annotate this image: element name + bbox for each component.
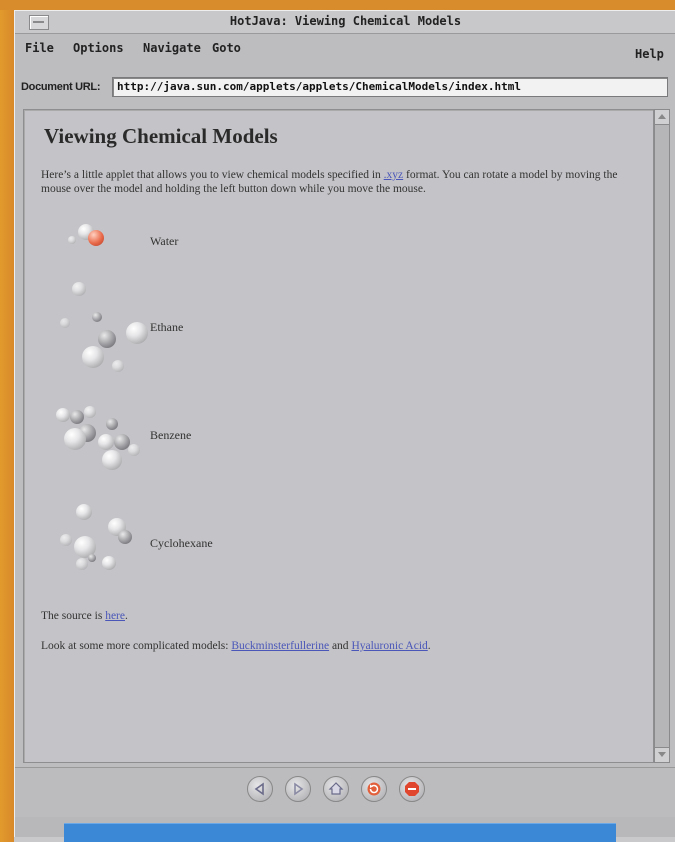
intro-text: Here’s a little applet that allows you t…: [41, 168, 641, 196]
hydrogen-atom: [84, 406, 96, 418]
hydrogen-atom: [68, 236, 76, 244]
hydrogen-atom: [102, 450, 122, 470]
hydrogen-atom: [76, 558, 88, 570]
hydrogen-atom: [72, 282, 86, 296]
document-view: Viewing Chemical Models Here’s a little …: [23, 109, 654, 763]
menu-bar: File Options Navigate Goto Help: [15, 35, 675, 61]
intro-text-start: Here’s a little applet that allows you t…: [41, 169, 384, 181]
hydrogen-atom: [76, 504, 92, 520]
oxygen-atom: [88, 230, 104, 246]
source-text: The source is: [41, 610, 106, 622]
source-link[interactable]: here: [105, 610, 125, 622]
water-model[interactable]: [64, 222, 124, 262]
desktop-strip: [0, 0, 675, 10]
scroll-up-arrow[interactable]: [655, 110, 669, 125]
buckminsterfullerine-link[interactable]: Buckminsterfullerine: [231, 640, 329, 652]
ethane-model[interactable]: [54, 278, 154, 378]
vertical-scrollbar[interactable]: [654, 109, 670, 763]
carbon-atom: [70, 410, 84, 424]
navigation-bar: [15, 767, 675, 818]
home-button[interactable]: [323, 776, 349, 802]
forward-button[interactable]: [285, 776, 311, 802]
stop-icon: [405, 782, 419, 796]
url-row: Document URL: http://java.sun.com/applet…: [15, 69, 675, 101]
url-label: Document URL:: [21, 81, 101, 93]
hydrogen-atom: [82, 346, 104, 368]
stop-button[interactable]: [399, 776, 425, 802]
menu-options[interactable]: Options: [73, 41, 124, 55]
hydrogen-atom: [64, 428, 86, 450]
cyclohexane-label: Cyclohexane: [150, 536, 213, 550]
menu-file[interactable]: File: [25, 41, 54, 55]
reload-icon: [367, 782, 381, 796]
carbon-atom: [98, 330, 116, 348]
page-title: Viewing Chemical Models: [44, 124, 278, 148]
water-label: Water: [150, 234, 179, 248]
benzene-label: Benzene: [150, 428, 192, 442]
hydrogen-atom: [102, 556, 116, 570]
more-models-line: Look at some more complicated models: Bu…: [41, 640, 431, 652]
source-period: .: [125, 610, 128, 622]
title-bar: HotJava: Viewing Chemical Models: [15, 11, 675, 34]
source-line: The source is here.: [41, 610, 128, 622]
reload-button[interactable]: [361, 776, 387, 802]
hydrogen-atom: [60, 318, 70, 328]
more-models-period: .: [427, 640, 431, 652]
more-models-and: and: [329, 640, 352, 652]
forward-icon: [294, 782, 304, 796]
ethane-label: Ethane: [150, 320, 184, 334]
carbon-atom: [118, 530, 132, 544]
benzene-model[interactable]: [54, 400, 154, 480]
menu-help[interactable]: Help: [635, 47, 664, 61]
caption-banner: [64, 823, 616, 842]
carbon-atom: [106, 418, 118, 430]
cyclohexane-model[interactable]: [54, 498, 154, 588]
back-button[interactable]: [247, 776, 273, 802]
url-input[interactable]: http://java.sun.com/applets/applets/Chem…: [112, 77, 668, 97]
xyz-link[interactable]: .xyz: [384, 169, 403, 181]
hydrogen-atom: [126, 322, 148, 344]
menu-goto[interactable]: Goto: [212, 41, 241, 55]
more-models-text: Look at some more complicated models:: [41, 640, 232, 652]
menu-navigate[interactable]: Navigate: [143, 41, 201, 55]
hydrogen-atom: [128, 444, 140, 456]
back-icon: [254, 782, 264, 796]
carbon-atom: [92, 312, 102, 322]
carbon-atom: [88, 554, 96, 562]
home-icon: [328, 782, 344, 795]
scroll-down-arrow[interactable]: [655, 747, 669, 762]
browser-window: HotJava: Viewing Chemical Models File Op…: [14, 10, 675, 837]
hydrogen-atom: [98, 434, 114, 450]
window-title: HotJava: Viewing Chemical Models: [229, 14, 462, 28]
hydrogen-atom: [60, 534, 72, 546]
hydrogen-atom: [56, 408, 70, 422]
hydrogen-atom: [112, 360, 124, 372]
hyaluronic-acid-link[interactable]: Hyaluronic Acid: [351, 640, 427, 652]
